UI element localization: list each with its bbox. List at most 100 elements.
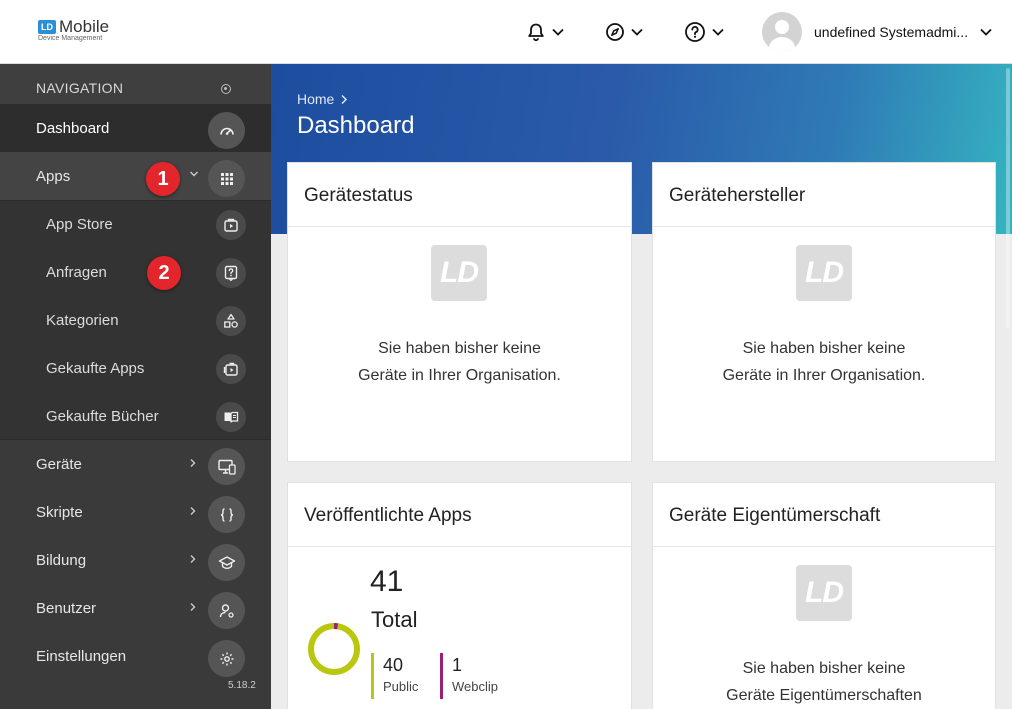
chevron-down-icon	[712, 28, 724, 36]
ld-logo-icon: LD	[796, 245, 852, 301]
sidebar-item-dashboard[interactable]: Dashboard	[0, 104, 271, 152]
sidebar-item-label: Benutzer	[36, 600, 97, 617]
empty-line: Geräte in Ihrer Organisation.	[722, 367, 926, 384]
card-published-apps: Veröffentlichte Apps 41 Total 40 Public …	[287, 482, 632, 709]
grid-icon	[208, 160, 245, 197]
annotation-marker-2: 2	[147, 256, 181, 290]
nav-header: NAVIGATION	[0, 64, 271, 104]
breadcrumb: Home	[297, 91, 348, 107]
sidebar-item-einstellungen[interactable]: Einstellungen	[0, 632, 271, 680]
chevron-right-icon	[190, 603, 196, 611]
card-device-status: Gerätestatus LD Sie haben bisher keine G…	[287, 162, 632, 462]
legend-label: Webclip	[452, 679, 499, 694]
card-title: Veröffentlichte Apps	[304, 505, 472, 526]
card-title: Gerätehersteller	[669, 185, 806, 206]
chevron-right-icon	[190, 555, 196, 563]
donut-public-segment	[308, 623, 360, 675]
breadcrumb-home[interactable]: Home	[297, 91, 334, 107]
card-title: Gerätestatus	[304, 185, 413, 206]
user-gear-icon	[208, 592, 245, 629]
empty-line: Geräte in Ihrer Organisation.	[358, 367, 561, 384]
shapes-icon	[216, 306, 246, 336]
chevron-right-icon	[341, 94, 348, 104]
sidebar-item-label: Geräte	[36, 456, 82, 473]
sidebar-item-apps[interactable]: Apps	[0, 152, 271, 200]
sidebar-item-app-store[interactable]: App Store	[0, 200, 271, 248]
empty-state-text: Sie haben bisher keine Geräte in Ihrer O…	[653, 335, 995, 389]
chevron-down-icon	[980, 28, 992, 36]
purchased-apps-icon	[216, 354, 246, 384]
empty-line: Sie haben bisher keine	[742, 660, 906, 677]
compass-button[interactable]	[605, 20, 643, 44]
nav-header-label: NAVIGATION	[36, 80, 124, 96]
legend-label: Public	[383, 679, 419, 694]
compass-icon	[606, 23, 624, 41]
scrollbar-thumb[interactable]	[1006, 68, 1010, 328]
sidebar-item-geraete[interactable]: Geräte	[0, 440, 271, 488]
sidebar: NAVIGATION Dashboard Apps App Store Anfr…	[0, 64, 271, 709]
card-device-manufacturer: Gerätehersteller LD Sie haben bisher kei…	[652, 162, 996, 462]
help-button[interactable]	[684, 20, 724, 44]
empty-line: Geräte Eigentümerschaften	[726, 687, 922, 704]
sidebar-item-gekaufte-apps[interactable]: Gekaufte Apps	[0, 344, 271, 392]
sidebar-item-skripte[interactable]: Skripte	[0, 488, 271, 536]
sidebar-item-label: App Store	[46, 216, 113, 233]
question-doc-icon	[216, 258, 246, 288]
sidebar-item-label: Einstellungen	[36, 648, 127, 665]
help-circle-icon	[685, 22, 705, 42]
book-icon	[216, 402, 246, 432]
main-content: Home Dashboard Gerätestatus LD Sie haben…	[271, 64, 1012, 709]
sidebar-item-label: Apps	[36, 168, 71, 185]
legend-public: 40 Public	[371, 653, 418, 699]
chevron-down-icon	[190, 171, 198, 177]
sidebar-item-label: Bildung	[36, 552, 87, 569]
sidebar-item-label: Anfragen	[46, 264, 107, 281]
notifications-button[interactable]	[526, 20, 564, 44]
app-version: 5.18.2	[228, 680, 256, 691]
card-device-ownership: Geräte Eigentümerschaft LD Sie haben bis…	[652, 482, 996, 709]
scrollbar[interactable]	[1005, 64, 1012, 709]
logo-title: Mobile	[59, 17, 110, 36]
speedometer-icon	[208, 112, 245, 149]
bell-icon	[528, 23, 544, 42]
annotation-marker-1: 1	[146, 162, 180, 196]
graduation-cap-icon	[208, 544, 245, 581]
sidebar-item-benutzer[interactable]: Benutzer	[0, 584, 271, 632]
sidebar-item-kategorien[interactable]: Kategorien	[0, 296, 271, 344]
empty-line: Sie haben bisher keine	[378, 340, 541, 357]
card-header: Veröffentlichte Apps	[288, 483, 631, 547]
sidebar-item-anfragen[interactable]: Anfragen	[0, 248, 271, 296]
play-folder-icon	[216, 210, 246, 240]
donut-chart	[308, 623, 360, 675]
devices-icon	[208, 448, 245, 485]
braces-icon	[208, 496, 245, 533]
chevron-right-icon	[190, 459, 196, 467]
empty-line: Sie haben bisher keine	[742, 340, 906, 357]
sidebar-item-bildung[interactable]: Bildung	[0, 536, 271, 584]
user-name: undefined Systemadmi...	[814, 24, 969, 40]
logo-subtitle: Device Management	[38, 35, 103, 42]
sidebar-item-gekaufte-buecher[interactable]: Gekaufte Bücher	[0, 392, 271, 440]
sidebar-item-label: Dashboard	[36, 120, 110, 137]
top-bar: LD Mobile Device Management undefined Sy…	[0, 0, 1012, 64]
legend-value: 1	[452, 655, 463, 675]
chevron-down-icon	[631, 28, 643, 36]
sidebar-item-label: Gekaufte Bücher	[46, 408, 159, 425]
chevron-down-icon	[552, 28, 564, 36]
ld-logo-icon: LD	[431, 245, 487, 301]
empty-state-text: Sie haben bisher keine Geräte Eigentümer…	[653, 655, 995, 709]
legend-webclip: 1 Webclip	[440, 653, 498, 699]
pin-icon[interactable]	[221, 84, 231, 94]
avatar[interactable]	[762, 12, 802, 52]
sidebar-item-label: Gekaufte Apps	[46, 360, 145, 377]
card-title: Geräte Eigentümerschaft	[669, 505, 881, 526]
user-menu[interactable]: undefined Systemadmi...	[762, 12, 992, 52]
total-count: 41	[370, 565, 404, 598]
empty-state-text: Sie haben bisher keine Geräte in Ihrer O…	[288, 335, 631, 389]
sidebar-item-label: Skripte	[36, 504, 83, 521]
sidebar-item-label: Kategorien	[46, 312, 119, 329]
card-header: Gerätestatus	[288, 163, 631, 227]
legend-value: 40	[383, 655, 404, 675]
total-label: Total	[371, 607, 418, 632]
chevron-right-icon	[190, 507, 196, 515]
